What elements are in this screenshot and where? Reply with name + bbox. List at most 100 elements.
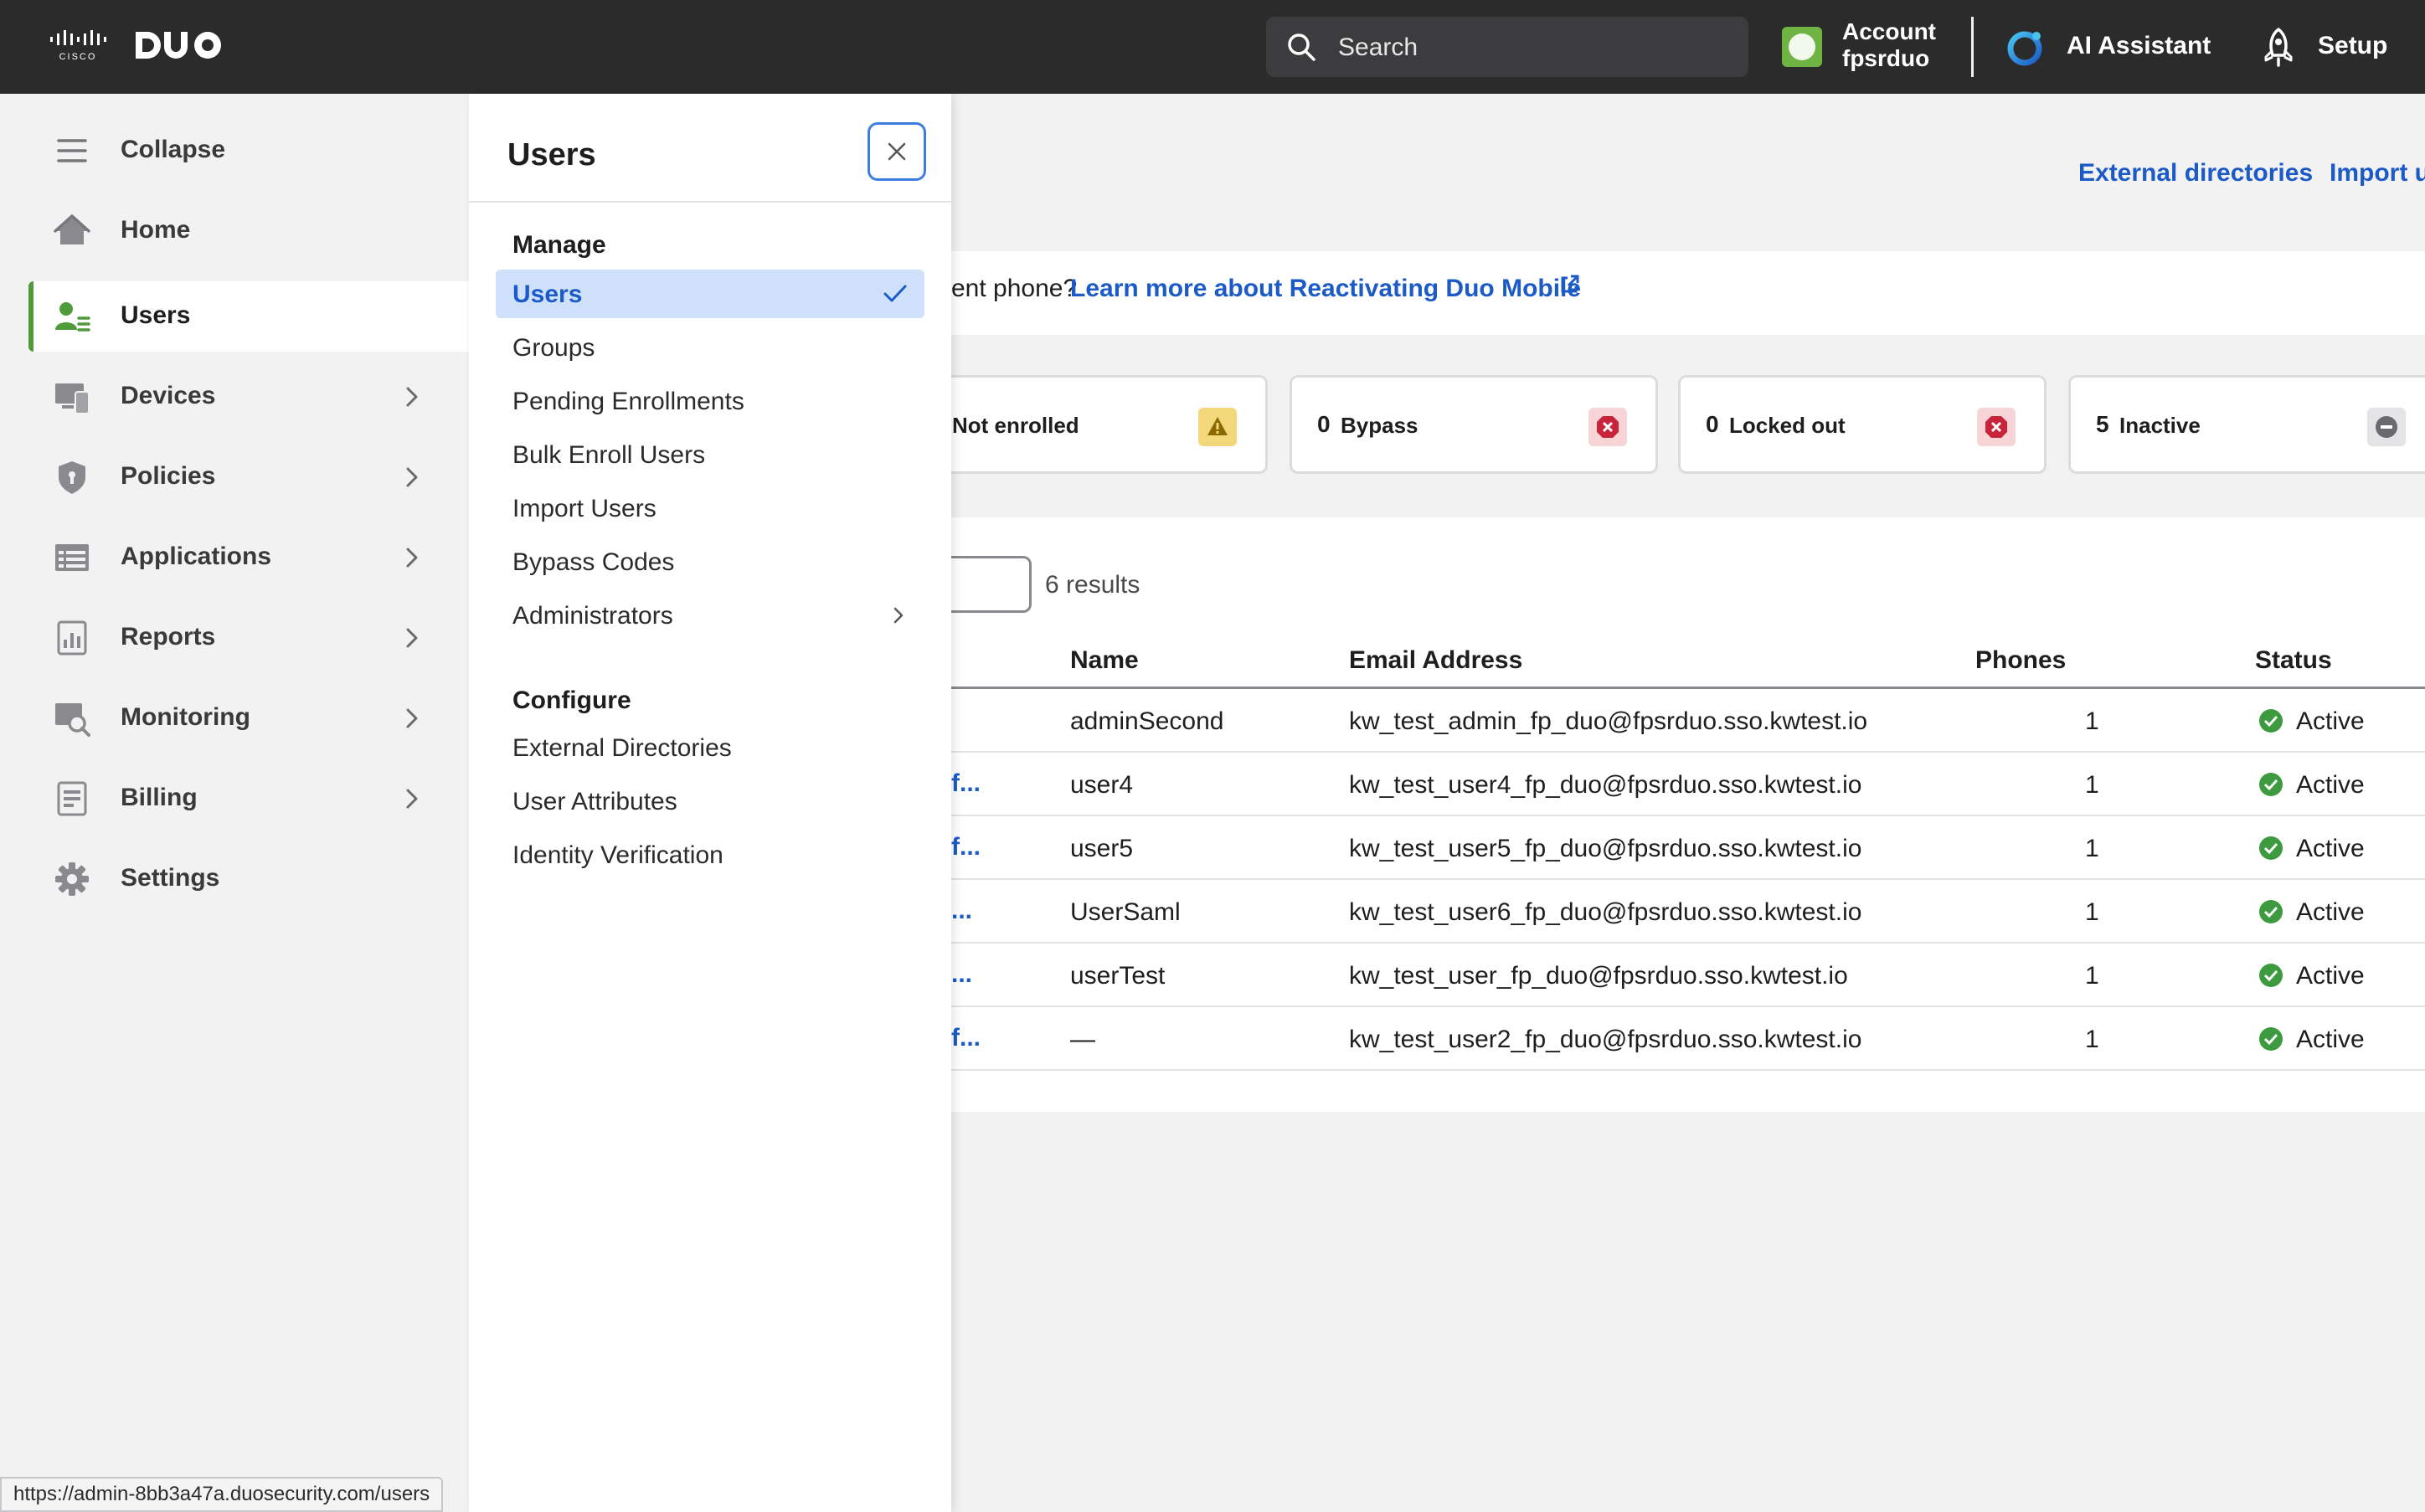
account-logo[interactable] [1782,27,1822,67]
applications-icon [55,544,89,571]
row-status: Active [2296,771,2365,799]
reports-icon [57,620,87,656]
nav-reports[interactable]: Reports [28,603,469,673]
ai-assistant-icon[interactable] [2006,28,2045,67]
nav-label: Collapse [121,136,226,163]
nav-label: Policies [121,462,216,490]
row-username-truncated[interactable]: ... [951,897,972,925]
flyout-item-administrators[interactable]: Administrators [496,591,924,640]
flyout-item-identity-verification[interactable]: Identity Verification [496,831,924,879]
row-username-truncated[interactable]: f... [951,833,981,861]
account-name[interactable]: fpsrduo [1842,45,1929,72]
monitoring-icon [55,703,90,737]
chevron-right-icon [406,387,418,407]
row-username-truncated[interactable]: f... [951,1024,981,1052]
nav-home[interactable]: Home [28,196,469,266]
check-circle-icon [2259,709,2283,733]
results-count: 6 results [1045,571,1140,599]
flyout-item-groups[interactable]: Groups [496,323,924,372]
users-flyout-menu: Users Manage Users Groups Pending Enroll… [469,94,951,1512]
close-icon [888,142,906,161]
flyout-item-bulk-enroll-users[interactable]: Bulk Enroll Users [496,430,924,479]
nav-label: Settings [121,864,220,892]
nav-devices[interactable]: Devices [28,362,469,432]
cisco-logo[interactable]: CISCO [49,28,107,62]
manage-heading: Manage [512,231,606,259]
flyout-item-pending-enrollments[interactable]: Pending Enrollments [496,377,924,425]
table-row[interactable]: ... userTest kw_test_user_fp_duo@fpsrduo… [951,944,2425,1007]
column-header-name[interactable]: Name [1070,646,1139,675]
flyout-item-users[interactable]: Users [496,270,924,318]
stat-label: Locked out [1729,413,1846,438]
nav-label: Users [121,301,191,329]
row-username-truncated[interactable]: f... [951,769,981,798]
flyout-item-label: Bulk Enroll Users [512,441,706,469]
external-link-icon [1561,275,1579,293]
nav-applications[interactable]: Applications [28,522,469,593]
row-phones: 1 [2085,898,2099,926]
flyout-item-label: Bypass Codes [512,548,675,576]
nav-users[interactable]: Users [28,281,469,352]
stat-label: Inactive [2119,413,2201,438]
account-label[interactable]: Account [1842,18,1936,45]
checkmark-icon [883,285,907,302]
reactivating-duo-mobile-link[interactable]: Learn more about Reactivating Duo Mobile [1070,275,1581,303]
setup-button[interactable]: Setup [2318,32,2387,60]
column-header-phones[interactable]: Phones [1975,646,2066,675]
table-row[interactable]: f... user4 kw_test_user4_fp_duo@fpsrduo.… [951,753,2425,816]
flyout-item-label: Pending Enrollments [512,388,744,415]
stat-bypass[interactable]: 0 Bypass [1290,375,1658,474]
stat-not-enrolled[interactable]: Not enrolled [929,375,1268,474]
external-directories-link[interactable]: External directories [2078,159,2313,188]
close-flyout-button[interactable] [868,122,926,181]
nav-settings[interactable]: Settings [28,844,469,914]
ai-assistant-button[interactable]: AI Assistant [2067,32,2211,60]
top-bar: CISCO Search Account fpsrduo AI Assistan… [0,0,2425,94]
nav-label: Home [121,216,191,244]
stat-inactive[interactable]: 5 Inactive [2068,375,2425,474]
rocket-icon[interactable] [2261,27,2296,67]
stat-count: 5 [2096,411,2109,437]
devices-icon [55,383,90,414]
table-row[interactable]: f... — kw_test_user2_fp_duo@fpsrduo.sso.… [951,1007,2425,1071]
flyout-item-label: Import Users [512,495,656,522]
nav-label: Reports [121,623,216,651]
row-status: Active [2296,898,2365,926]
search-box[interactable]: Search [1266,17,1748,77]
nav-billing[interactable]: Billing [28,764,469,834]
flyout-item-import-users[interactable]: Import Users [496,484,924,532]
check-circle-icon [2259,900,2283,923]
nav-label: Applications [121,543,272,570]
column-header-status[interactable]: Status [2255,646,2332,675]
shield-icon [59,461,85,494]
duo-logo[interactable] [136,32,223,64]
flyout-item-label: External Directories [512,734,732,762]
flyout-item-label: Administrators [512,602,673,630]
row-username-truncated[interactable]: ... [951,960,972,989]
row-email: kw_test_user5_fp_duo@fpsrduo.sso.kwtest.… [1349,835,1862,862]
column-header-email[interactable]: Email Address [1349,646,1522,675]
search-placeholder: Search [1338,33,1418,61]
nav-label: Billing [121,784,198,811]
users-icon [55,302,90,332]
nav-policies[interactable]: Policies [28,442,469,512]
row-email: kw_test_user_fp_duo@fpsrduo.sso.kwtest.i… [1349,962,1848,990]
row-phones: 1 [2085,1026,2099,1053]
table-row[interactable]: f... user5 kw_test_user5_fp_duo@fpsrduo.… [951,816,2425,880]
flyout-item-external-directories[interactable]: External Directories [496,723,924,772]
import-users-link[interactable]: Import u [2330,159,2425,188]
flyout-item-bypass-codes[interactable]: Bypass Codes [496,537,924,586]
error-icon [1588,408,1627,446]
check-circle-icon [2259,1027,2283,1051]
left-navigation: Collapse Home Users Devices Policies App… [0,94,469,1512]
flyout-item-user-attributes[interactable]: User Attributes [496,777,924,825]
row-name: userTest [1070,962,1166,990]
table-row[interactable]: ... UserSaml kw_test_user6_fp_duo@fpsrdu… [951,880,2425,944]
nav-collapse[interactable]: Collapse [28,116,469,186]
banner-text: ent phone? [951,275,1078,302]
nav-monitoring[interactable]: Monitoring [28,683,469,753]
stat-label: Not enrolled [952,413,1079,438]
table-row[interactable]: adminSecond kw_test_admin_fp_duo@fpsrduo… [951,689,2425,753]
stat-locked-out[interactable]: 0 Locked out [1678,375,2047,474]
row-phones: 1 [2085,962,2099,990]
